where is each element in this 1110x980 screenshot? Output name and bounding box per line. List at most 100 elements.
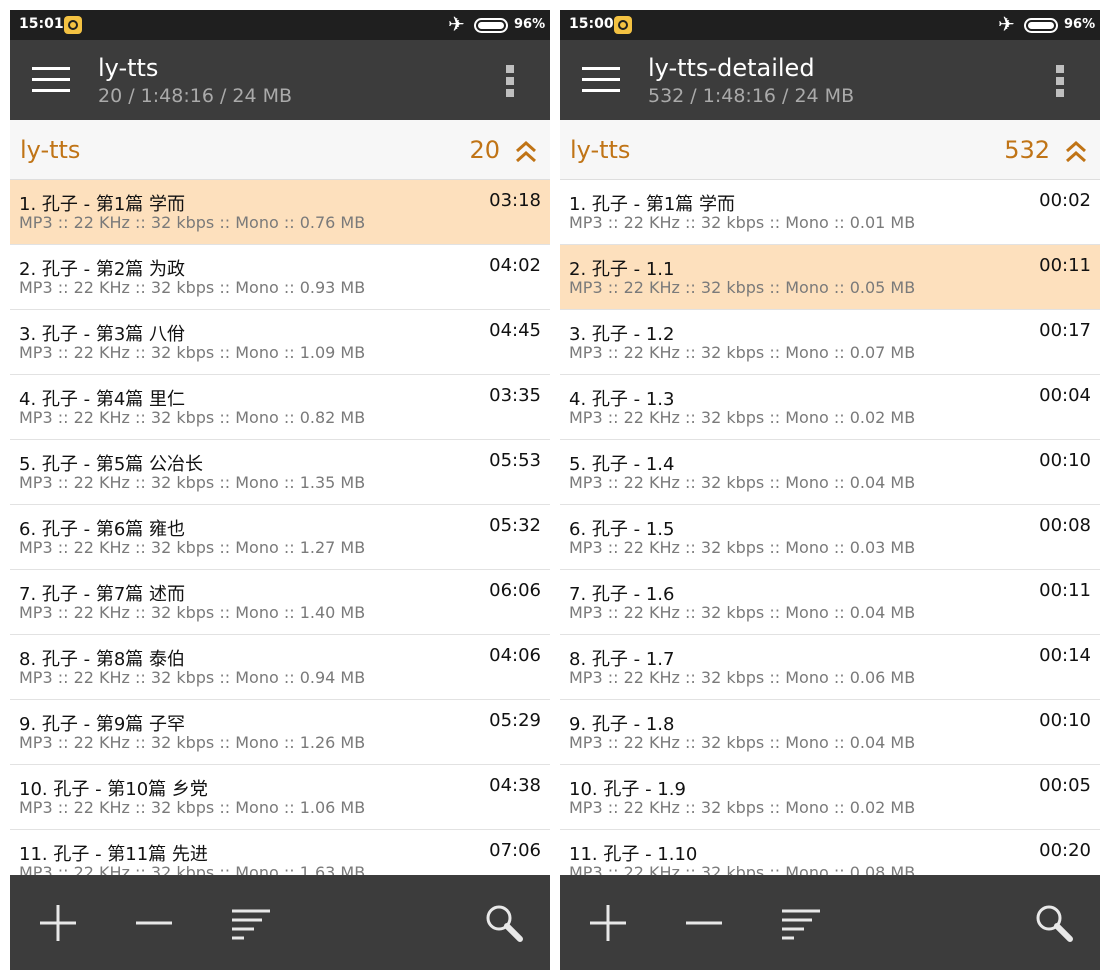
track-row[interactable]: 3. 孔子 - 1.2 MP3 :: 22 KHz :: 32 kbps :: M… [560,310,1100,375]
track-meta: MP3 :: 22 KHz :: 32 kbps :: Mono :: 1.06… [19,798,366,817]
status-bar: 15:01 ✈ 96% [10,10,550,40]
track-duration: 05:53 [489,450,541,471]
track-row[interactable]: 1. 孔子 - 第1篇 学而 MP3 :: 22 KHz :: 32 kbps :… [560,180,1100,245]
track-meta: MP3 :: 22 KHz :: 32 kbps :: Mono :: 0.07… [569,343,916,362]
track-meta: MP3 :: 22 KHz :: 32 kbps :: Mono :: 1.35… [19,473,366,492]
track-duration: 05:32 [489,515,541,536]
track-duration: 06:06 [489,580,541,601]
phone-screen-right: 15:00 ✈ 96% ly-tts-detailed 532 / 1:48:1… [560,10,1100,970]
battery-icon [1024,18,1058,33]
group-count: 532 [1004,136,1050,164]
track-duration: 00:04 [1039,385,1091,406]
remove-icon[interactable] [684,903,724,943]
track-row[interactable]: 10. 孔子 - 第10篇 乡党 MP3 :: 22 KHz :: 32 kbps… [10,765,550,830]
hamburger-menu-icon[interactable] [582,67,620,93]
track-row[interactable]: 8. 孔子 - 1.7 MP3 :: 22 KHz :: 32 kbps :: M… [560,635,1100,700]
battery-percent: 96% [514,17,546,32]
track-duration: 00:10 [1039,710,1091,731]
track-meta: MP3 :: 22 KHz :: 32 kbps :: Mono :: 0.02… [569,798,916,817]
track-row-now-playing[interactable]: 1. 孔子 - 第1篇 学而 MP3 :: 22 KHz :: 32 kbps :… [10,180,550,245]
collapse-chevron-icon[interactable] [514,140,538,164]
battery-percent: 96% [1064,17,1096,32]
track-list: 1. 孔子 - 第1篇 学而 MP3 :: 22 KHz :: 32 kbps :… [10,180,550,875]
group-title: ly-tts [570,136,631,164]
group-count: 20 [469,136,500,164]
playlist-title: ly-tts-detailed [648,54,815,82]
track-duration: 00:05 [1039,775,1091,796]
track-duration: 00:20 [1039,840,1091,861]
group-header[interactable]: ly-tts 532 [560,120,1100,180]
track-row-now-playing[interactable]: 2. 孔子 - 1.1 MP3 :: 22 KHz :: 32 kbps :: M… [560,245,1100,310]
add-icon[interactable] [38,903,78,943]
track-row[interactable]: 4. 孔子 - 1.3 MP3 :: 22 KHz :: 32 kbps :: M… [560,375,1100,440]
track-duration: 00:11 [1039,255,1091,276]
track-meta: MP3 :: 22 KHz :: 32 kbps :: Mono :: 0.93… [19,278,366,297]
track-row[interactable]: 7. 孔子 - 1.6 MP3 :: 22 KHz :: 32 kbps :: M… [560,570,1100,635]
notification-app-icon [614,16,632,34]
playlist-title: ly-tts [98,54,159,82]
sort-icon[interactable] [230,903,270,943]
group-title: ly-tts [20,136,81,164]
search-icon[interactable] [484,903,524,943]
track-row[interactable]: 11. 孔子 - 第11篇 先进 MP3 :: 22 KHz :: 32 kbps… [10,830,550,875]
group-header[interactable]: ly-tts 20 [10,120,550,180]
track-meta: MP3 :: 22 KHz :: 32 kbps :: Mono :: 0.94… [19,668,366,687]
track-duration: 00:14 [1039,645,1091,666]
airplane-icon: ✈ [998,12,1015,36]
app-bar: ly-tts 20 / 1:48:16 / 24 MB [10,40,550,120]
track-meta: MP3 :: 22 KHz :: 32 kbps :: Mono :: 1.09… [19,343,366,362]
phone-screen-left: 15:01 ✈ 96% ly-tts 20 / 1:48:16 / 24 MB … [10,10,550,970]
track-duration: 04:38 [489,775,541,796]
track-duration: 00:02 [1039,190,1091,211]
hamburger-menu-icon[interactable] [32,67,70,93]
track-duration: 05:29 [489,710,541,731]
track-row[interactable]: 6. 孔子 - 1.5 MP3 :: 22 KHz :: 32 kbps :: M… [560,505,1100,570]
remove-icon[interactable] [134,903,174,943]
track-meta: MP3 :: 22 KHz :: 32 kbps :: Mono :: 0.03… [569,538,916,557]
track-duration: 04:02 [489,255,541,276]
track-row[interactable]: 8. 孔子 - 第8篇 泰伯 MP3 :: 22 KHz :: 32 kbps :… [10,635,550,700]
add-icon[interactable] [588,903,628,943]
battery-icon [474,18,508,33]
overflow-menu-icon[interactable] [1056,65,1064,97]
sort-icon[interactable] [780,903,820,943]
track-duration: 00:17 [1039,320,1091,341]
track-duration: 00:11 [1039,580,1091,601]
track-duration: 03:18 [489,190,541,211]
track-meta: MP3 :: 22 KHz :: 32 kbps :: Mono :: 0.04… [569,603,916,622]
track-meta: MP3 :: 22 KHz :: 32 kbps :: Mono :: 0.04… [569,473,916,492]
notification-app-icon [64,16,82,34]
track-row[interactable]: 11. 孔子 - 1.10 MP3 :: 22 KHz :: 32 kbps ::… [560,830,1100,875]
status-bar: 15:00 ✈ 96% [560,10,1100,40]
app-bar: ly-tts-detailed 532 / 1:48:16 / 24 MB [560,40,1100,120]
collapse-chevron-icon[interactable] [1064,140,1088,164]
bottom-toolbar [560,875,1100,970]
track-row[interactable]: 7. 孔子 - 第7篇 述而 MP3 :: 22 KHz :: 32 kbps :… [10,570,550,635]
track-meta: MP3 :: 22 KHz :: 32 kbps :: Mono :: 1.63… [19,863,366,875]
track-duration: 00:08 [1039,515,1091,536]
track-meta: MP3 :: 22 KHz :: 32 kbps :: Mono :: 0.82… [19,408,366,427]
track-row[interactable]: 9. 孔子 - 第9篇 子罕 MP3 :: 22 KHz :: 32 kbps :… [10,700,550,765]
track-meta: MP3 :: 22 KHz :: 32 kbps :: Mono :: 0.01… [569,213,916,232]
search-icon[interactable] [1034,903,1074,943]
track-meta: MP3 :: 22 KHz :: 32 kbps :: Mono :: 1.27… [19,538,366,557]
status-time: 15:01 [19,16,64,32]
track-row[interactable]: 2. 孔子 - 第2篇 为政 MP3 :: 22 KHz :: 32 kbps :… [10,245,550,310]
track-list: 1. 孔子 - 第1篇 学而 MP3 :: 22 KHz :: 32 kbps :… [560,180,1100,875]
track-row[interactable]: 10. 孔子 - 1.9 MP3 :: 22 KHz :: 32 kbps :: … [560,765,1100,830]
overflow-menu-icon[interactable] [506,65,514,97]
track-row[interactable]: 9. 孔子 - 1.8 MP3 :: 22 KHz :: 32 kbps :: M… [560,700,1100,765]
track-meta: MP3 :: 22 KHz :: 32 kbps :: Mono :: 0.05… [569,278,916,297]
track-duration: 04:06 [489,645,541,666]
track-duration: 07:06 [489,840,541,861]
airplane-icon: ✈ [448,12,465,36]
track-meta: MP3 :: 22 KHz :: 32 kbps :: Mono :: 0.04… [569,733,916,752]
status-time: 15:00 [569,16,614,32]
track-row[interactable]: 3. 孔子 - 第3篇 八佾 MP3 :: 22 KHz :: 32 kbps :… [10,310,550,375]
track-meta: MP3 :: 22 KHz :: 32 kbps :: Mono :: 0.76… [19,213,366,232]
track-row[interactable]: 4. 孔子 - 第4篇 里仁 MP3 :: 22 KHz :: 32 kbps :… [10,375,550,440]
track-meta: MP3 :: 22 KHz :: 32 kbps :: Mono :: 0.08… [569,863,916,875]
track-row[interactable]: 5. 孔子 - 1.4 MP3 :: 22 KHz :: 32 kbps :: M… [560,440,1100,505]
track-row[interactable]: 5. 孔子 - 第5篇 公冶长 MP3 :: 22 KHz :: 32 kbps … [10,440,550,505]
track-row[interactable]: 6. 孔子 - 第6篇 雍也 MP3 :: 22 KHz :: 32 kbps :… [10,505,550,570]
